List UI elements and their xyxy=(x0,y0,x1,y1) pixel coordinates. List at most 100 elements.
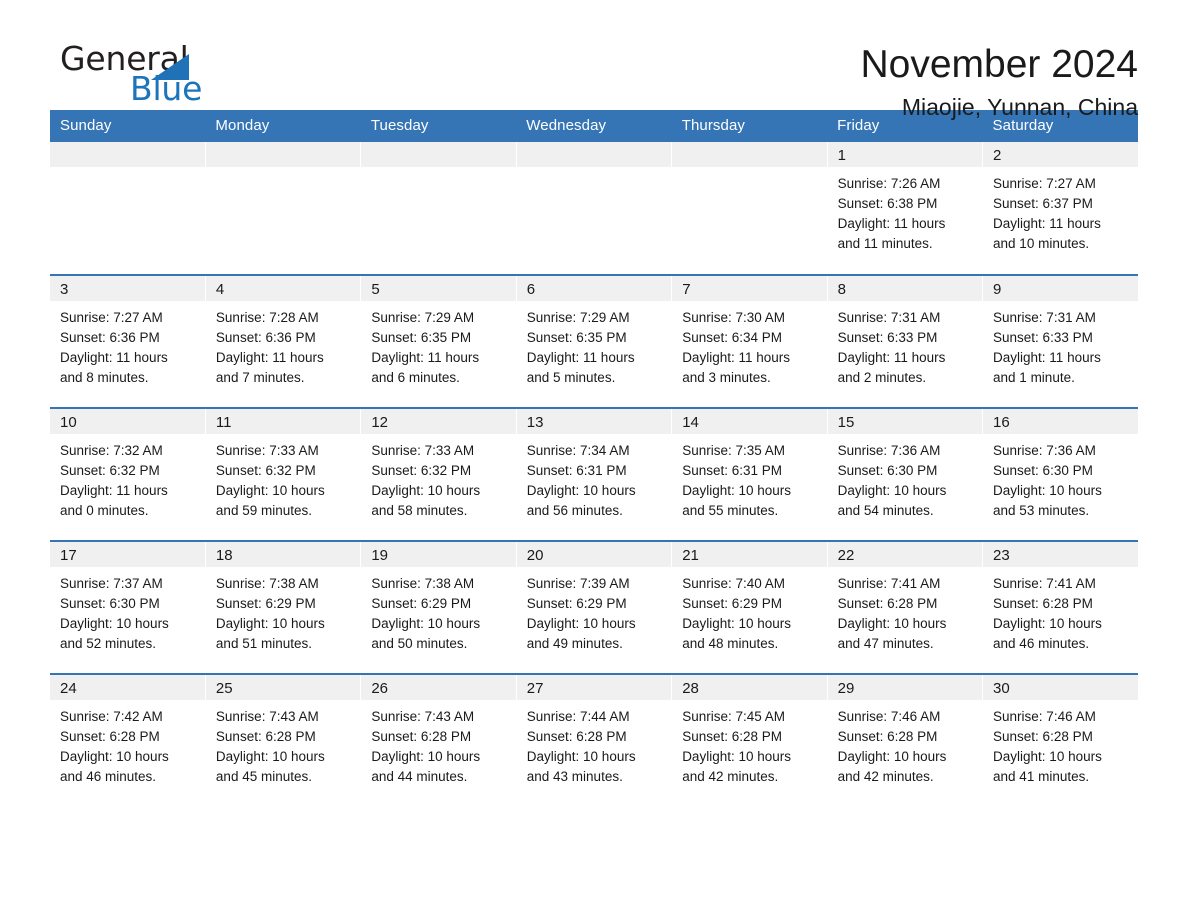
day-number: 24 xyxy=(50,675,205,700)
calendar-day-cell[interactable]: 24 Sunrise: 7:42 AM Sunset: 6:28 PM Dayligh… xyxy=(50,673,206,807)
day-details: Sunrise: 7:46 AM Sunset: 6:28 PM Daylight:… xyxy=(983,700,1138,787)
day-details: Sunrise: 7:31 AM Sunset: 6:33 PM Daylight:… xyxy=(828,301,982,388)
daylight-text-line2: and 7 minutes. xyxy=(215,370,305,385)
calendar-day-cell[interactable]: 10 Sunrise: 7:32 AM Sunset: 6:32 PM Dayligh… xyxy=(50,407,206,541)
calendar-day-cell[interactable]: 17 Sunrise: 7:37 AM Sunset: 6:30 PM Dayligh… xyxy=(50,540,206,674)
daylight-text-line2: and 1 minute. xyxy=(993,370,1075,385)
day-number: 11 xyxy=(205,409,361,434)
daylight-text-line1: Daylight: 10 hours xyxy=(60,749,169,764)
day-details: Sunrise: 7:26 AM Sunset: 6:38 PM Daylight:… xyxy=(828,167,982,254)
daylight-text-line1: Daylight: 11 hours xyxy=(682,350,790,365)
calendar-day-cell[interactable]: 14 Sunrise: 7:35 AM Sunset: 6:31 PM Dayligh… xyxy=(671,407,828,541)
calendar-day-cell[interactable]: 8 Sunrise: 7:31 AM Sunset: 6:33 PM Daylight… xyxy=(827,274,984,408)
sunrise-text: Sunrise: 7:41 AM xyxy=(993,576,1096,591)
sunrise-text: Sunrise: 7:29 AM xyxy=(526,310,630,325)
day-details: Sunrise: 7:29 AM Sunset: 6:35 PM Daylight:… xyxy=(361,301,515,388)
sunset-text: Sunset: 6:28 PM xyxy=(993,596,1093,611)
sunrise-text: Sunrise: 7:31 AM xyxy=(993,310,1096,325)
daylight-text-line1: Daylight: 11 hours xyxy=(60,483,168,498)
calendar-day-cell[interactable]: 9 Sunrise: 7:31 AM Sunset: 6:33 PM Daylight… xyxy=(982,274,1138,408)
sunset-text: Sunset: 6:32 PM xyxy=(371,463,472,478)
day-details: Sunrise: 7:33 AM Sunset: 6:32 PM Daylight:… xyxy=(361,434,515,521)
calendar-day-cell[interactable]: 7 Sunrise: 7:30 AM Sunset: 6:34 PM Daylight… xyxy=(671,274,828,408)
calendar-day-cell[interactable]: 15 Sunrise: 7:36 AM Sunset: 6:30 PM Dayligh… xyxy=(827,407,984,541)
day-details: Sunrise: 7:39 AM Sunset: 6:29 PM Daylight:… xyxy=(517,567,671,654)
calendar-day-cell[interactable]: 19 Sunrise: 7:38 AM Sunset: 6:29 PM Dayligh… xyxy=(360,540,517,674)
daylight-text-line1: Daylight: 10 hours xyxy=(215,616,325,631)
page-title: November 2024 xyxy=(860,43,1139,86)
day-details: Sunrise: 7:40 AM Sunset: 6:29 PM Daylight:… xyxy=(672,567,826,654)
calendar-day-cell[interactable]: 11 Sunrise: 7:33 AM Sunset: 6:32 PM Dayligh… xyxy=(205,407,362,541)
calendar-week-row: 1 Sunrise: 7:26 AM Sunset: 6:38 PM Daylight… xyxy=(50,142,1138,275)
calendar-day-cell[interactable]: 13 Sunrise: 7:34 AM Sunset: 6:31 PM Dayligh… xyxy=(516,407,673,541)
calendar-page: General Blue November 2024 Miaojie, Yunn… xyxy=(0,0,1188,918)
calendar-day-cell[interactable]: 16 Sunrise: 7:36 AM Sunset: 6:30 PM Dayligh… xyxy=(982,407,1138,541)
calendar-day-cell[interactable]: 4 Sunrise: 7:28 AM Sunset: 6:36 PM Daylight… xyxy=(205,274,362,408)
day-details: Sunrise: 7:43 AM Sunset: 6:28 PM Daylight:… xyxy=(361,700,515,787)
daylight-text-line1: Daylight: 10 hours xyxy=(993,749,1102,764)
title-block: November 2024 Miaojie, Yunnan, China xyxy=(861,42,1139,122)
day-details: Sunrise: 7:35 AM Sunset: 6:31 PM Daylight:… xyxy=(672,434,826,521)
sunrise-text: Sunrise: 7:30 AM xyxy=(682,310,785,325)
calendar-day-cell[interactable]: 22 Sunrise: 7:41 AM Sunset: 6:28 PM Dayligh… xyxy=(827,540,984,674)
sunset-text: Sunset: 6:30 PM xyxy=(993,463,1093,478)
calendar-week-row: 17 Sunrise: 7:37 AM Sunset: 6:30 PM Dayligh… xyxy=(50,540,1138,674)
day-number: 30 xyxy=(983,675,1138,700)
day-number xyxy=(672,142,827,167)
day-details: Sunrise: 7:43 AM Sunset: 6:28 PM Daylight:… xyxy=(206,700,360,787)
daylight-text-line1: Daylight: 10 hours xyxy=(682,749,791,764)
general-blue-logo[interactable]: General Blue xyxy=(50,42,250,114)
daylight-text-line2: and 43 minutes. xyxy=(526,769,623,784)
calendar-day-cell[interactable]: 6 Sunrise: 7:29 AM Sunset: 6:35 PM Daylight… xyxy=(516,274,673,408)
day-number: 22 xyxy=(827,542,983,567)
daylight-text-line2: and 51 minutes. xyxy=(215,636,312,651)
sunrise-text: Sunrise: 7:46 AM xyxy=(837,709,941,724)
day-details: Sunrise: 7:41 AM Sunset: 6:28 PM Daylight:… xyxy=(828,567,982,654)
sunset-text: Sunset: 6:32 PM xyxy=(215,463,316,478)
daylight-text-line2: and 42 minutes. xyxy=(682,769,779,784)
calendar-day-cell[interactable]: 12 Sunrise: 7:33 AM Sunset: 6:32 PM Dayligh… xyxy=(360,407,517,541)
day-number xyxy=(516,142,672,167)
day-number: 19 xyxy=(361,542,516,567)
calendar-day-cell[interactable]: 2 Sunrise: 7:27 AM Sunset: 6:37 PM Daylight… xyxy=(982,142,1138,275)
calendar-day-cell[interactable]: 30 Sunrise: 7:46 AM Sunset: 6:28 PM Dayligh… xyxy=(982,673,1138,807)
daylight-text-line2: and 45 minutes. xyxy=(215,769,312,784)
day-number: 2 xyxy=(983,142,1138,167)
calendar-day-cell[interactable]: 29 Sunrise: 7:46 AM Sunset: 6:28 PM Dayligh… xyxy=(827,673,984,807)
sunrise-text: Sunrise: 7:27 AM xyxy=(993,176,1096,191)
calendar-day-cell[interactable]: 21 Sunrise: 7:40 AM Sunset: 6:29 PM Dayligh… xyxy=(671,540,828,674)
calendar-day-cell[interactable]: 27 Sunrise: 7:44 AM Sunset: 6:28 PM Dayligh… xyxy=(516,673,673,807)
sunrise-text: Sunrise: 7:41 AM xyxy=(837,576,941,591)
calendar-day-cell[interactable]: 28 Sunrise: 7:45 AM Sunset: 6:28 PM Dayligh… xyxy=(671,673,828,807)
calendar-day-cell[interactable]: 18 Sunrise: 7:38 AM Sunset: 6:29 PM Dayligh… xyxy=(205,540,362,674)
calendar-day-cell[interactable]: 20 Sunrise: 7:39 AM Sunset: 6:29 PM Dayligh… xyxy=(516,540,673,674)
sunset-text: Sunset: 6:33 PM xyxy=(993,330,1093,345)
sunrise-text: Sunrise: 7:38 AM xyxy=(371,576,475,591)
sunrise-text: Sunrise: 7:44 AM xyxy=(526,709,630,724)
weekday-header-sunday: Sunday xyxy=(50,110,206,142)
sunset-text: Sunset: 6:28 PM xyxy=(371,729,472,744)
sunrise-text: Sunrise: 7:39 AM xyxy=(526,576,630,591)
day-details: Sunrise: 7:31 AM Sunset: 6:33 PM Daylight:… xyxy=(983,301,1138,388)
day-details: Sunrise: 7:38 AM Sunset: 6:29 PM Daylight:… xyxy=(206,567,360,654)
calendar-day-cell[interactable]: 5 Sunrise: 7:29 AM Sunset: 6:35 PM Daylight… xyxy=(360,274,517,408)
calendar-day-cell[interactable]: 26 Sunrise: 7:43 AM Sunset: 6:28 PM Dayligh… xyxy=(360,673,517,807)
sunset-text: Sunset: 6:29 PM xyxy=(371,596,472,611)
sunrise-text: Sunrise: 7:36 AM xyxy=(993,443,1096,458)
sunset-text: Sunset: 6:29 PM xyxy=(526,596,627,611)
day-number: 27 xyxy=(516,675,672,700)
calendar-day-cell[interactable]: 3 Sunrise: 7:27 AM Sunset: 6:36 PM Daylight… xyxy=(50,274,206,408)
day-details: Sunrise: 7:37 AM Sunset: 6:30 PM Daylight:… xyxy=(50,567,205,654)
calendar-day-cell[interactable]: 25 Sunrise: 7:43 AM Sunset: 6:28 PM Dayligh… xyxy=(205,673,362,807)
day-number: 23 xyxy=(983,542,1138,567)
sunrise-text: Sunrise: 7:43 AM xyxy=(215,709,319,724)
daylight-text-line1: Daylight: 11 hours xyxy=(215,350,324,365)
daylight-text-line1: Daylight: 11 hours xyxy=(837,216,946,231)
weekday-header-wednesday: Wednesday xyxy=(516,110,672,142)
day-details: Sunrise: 7:41 AM Sunset: 6:28 PM Daylight:… xyxy=(983,567,1138,654)
sunrise-text: Sunrise: 7:26 AM xyxy=(837,176,941,191)
calendar-day-cell[interactable]: 1 Sunrise: 7:26 AM Sunset: 6:38 PM Daylight… xyxy=(827,142,984,275)
sunset-text: Sunset: 6:36 PM xyxy=(60,330,160,345)
calendar-day-cell[interactable]: 23 Sunrise: 7:41 AM Sunset: 6:28 PM Dayligh… xyxy=(982,540,1138,674)
day-number: 3 xyxy=(50,276,205,301)
